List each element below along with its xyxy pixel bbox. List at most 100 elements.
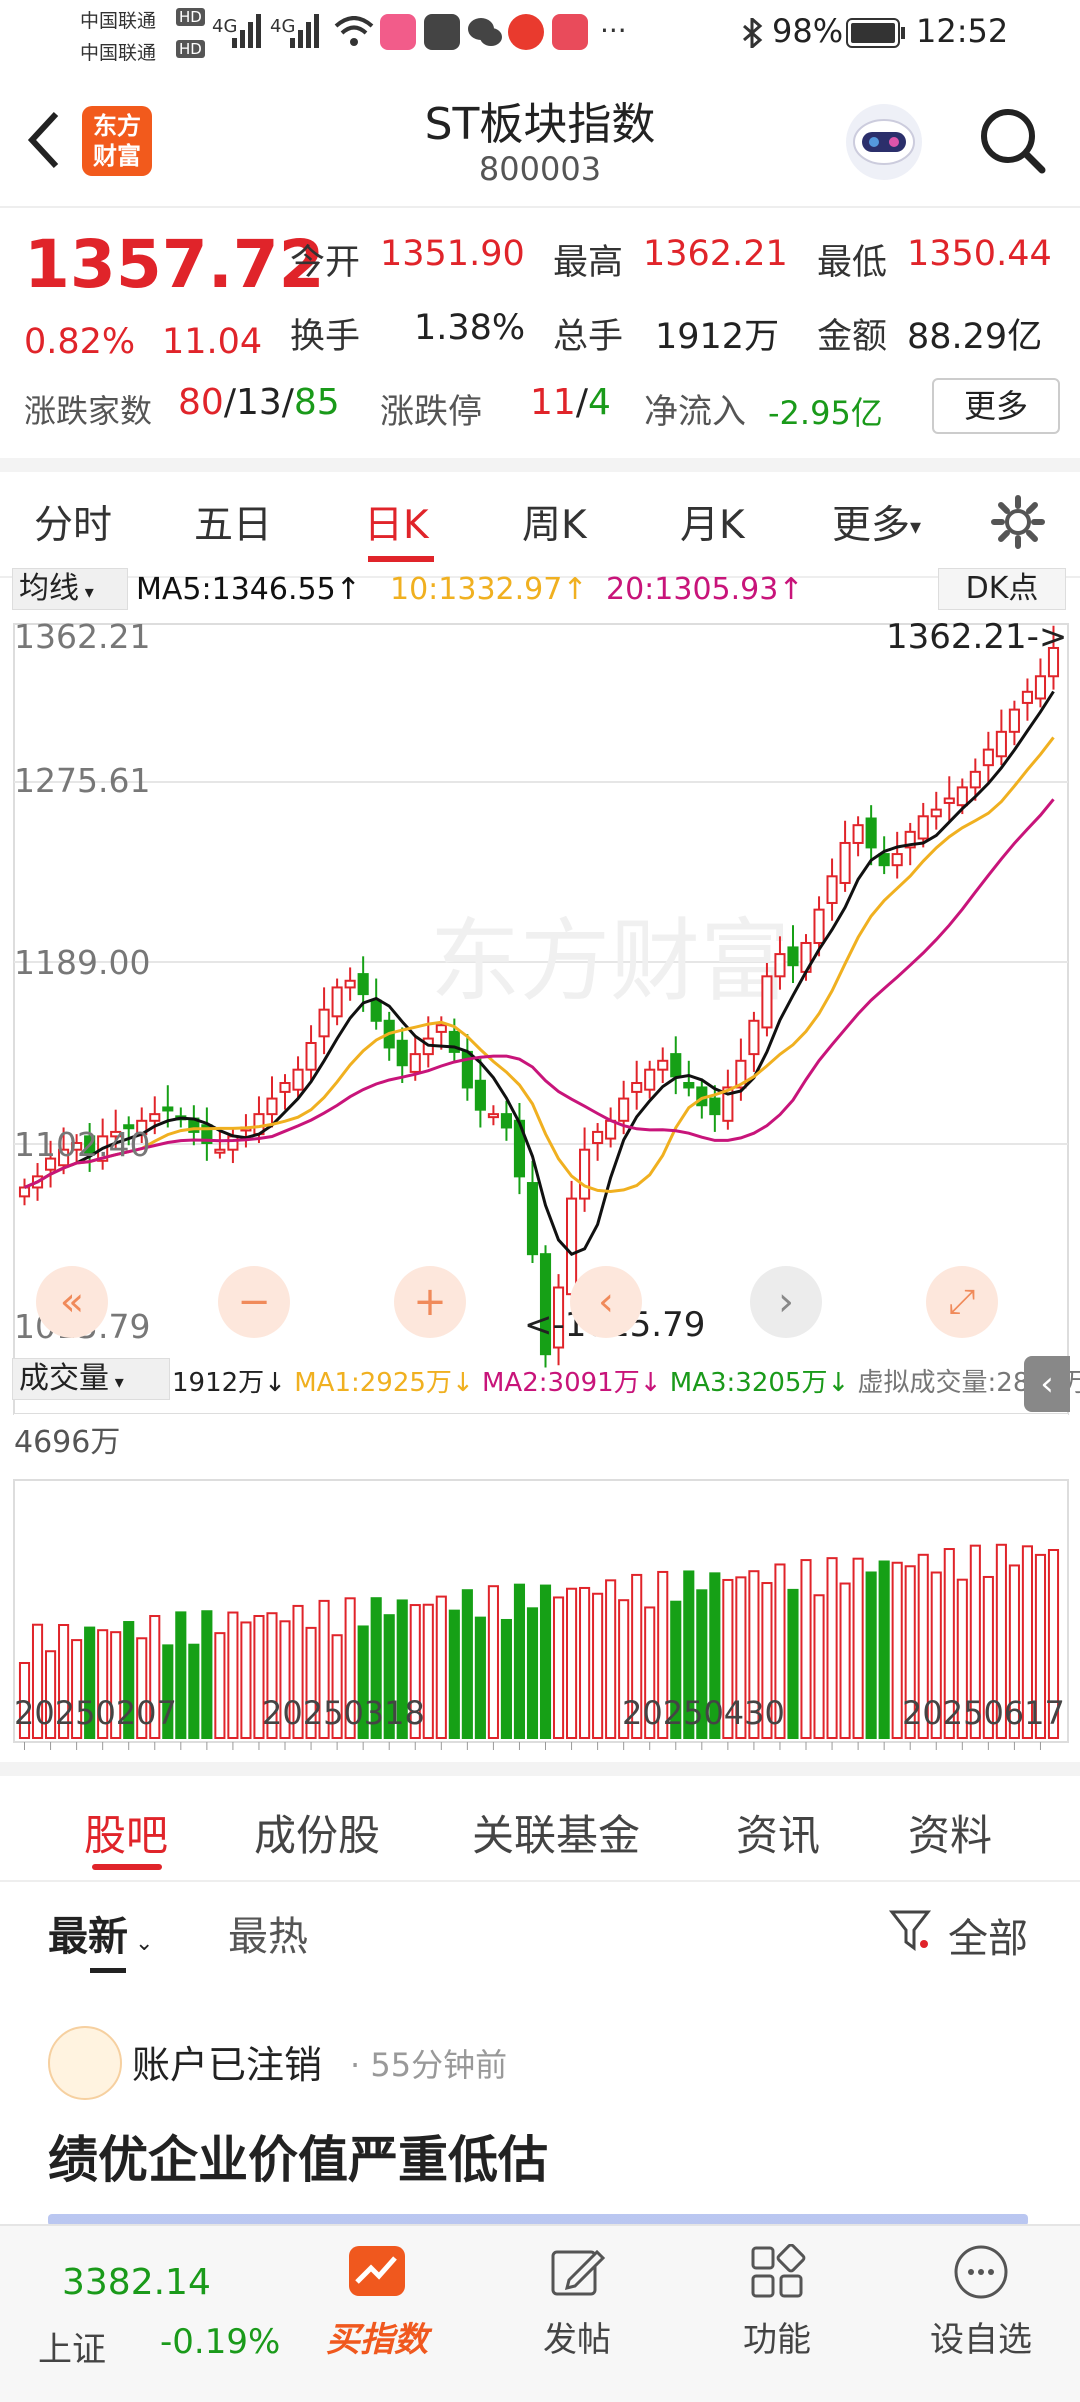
amount-label: 金额 xyxy=(817,317,888,357)
tab-guba[interactable]: 股吧 xyxy=(84,1802,168,1863)
edit-icon xyxy=(551,2249,606,2296)
tab-constituents[interactable]: 成份股 xyxy=(254,1802,380,1863)
candle xyxy=(409,1053,421,1073)
post-label: 发帖 xyxy=(543,2320,611,2360)
app-header: 东方 财富 ST板块指数 800003 xyxy=(0,72,1080,208)
candle xyxy=(852,824,864,844)
candle xyxy=(813,908,825,944)
sort-latest[interactable]: 最新 ⌄ xyxy=(48,1904,153,1962)
volume-bar xyxy=(800,1559,812,1739)
candle xyxy=(162,1106,174,1112)
candle xyxy=(995,730,1007,758)
active-tab-underline xyxy=(92,1864,162,1870)
filter-icon[interactable] xyxy=(888,1908,934,1954)
candle xyxy=(214,1148,226,1154)
quote-panel: 1357.72 0.82% 11.04 今开 1351.90 最高 1362.2… xyxy=(0,206,1080,458)
vol-ma1: MA1:2925万 xyxy=(294,1368,452,1398)
down-count: 85 xyxy=(293,382,340,423)
post-author[interactable]: 账户已注销 xyxy=(132,2034,322,2089)
sort-hot[interactable]: 最热 xyxy=(228,1904,308,1962)
tab-news[interactable]: 资讯 xyxy=(736,1802,820,1863)
candle xyxy=(566,1197,578,1296)
kline-svg[interactable]: 东方财富 1362.21 1275.61 1189.00 1102.40 101… xyxy=(0,562,1080,1762)
hd-badge-1: HD xyxy=(176,8,205,26)
tab-weekly-k[interactable]: 周K xyxy=(522,494,587,550)
carrier-2: 中国联通 xyxy=(80,42,157,64)
filter-all[interactable]: 全部 xyxy=(948,1906,1028,1964)
limit-up-count: 11 xyxy=(530,382,576,423)
plus-icon[interactable]: + xyxy=(394,1266,466,1338)
collapse-panel-icon[interactable]: ‹ xyxy=(1024,1356,1070,1412)
volume-selector[interactable]: 成交量 ▾ xyxy=(12,1358,170,1400)
candle xyxy=(227,1135,239,1151)
date-tick-2: 20250430 xyxy=(622,1694,785,1732)
volume-bar xyxy=(891,1561,903,1739)
candle xyxy=(683,1082,695,1089)
candle xyxy=(357,973,369,996)
chevron-right-icon[interactable]: › xyxy=(750,1266,822,1338)
functions-button[interactable]: 功能 xyxy=(702,2226,852,2361)
date-tick-1: 20250318 xyxy=(262,1694,425,1732)
more-button[interactable]: 更多 xyxy=(932,378,1060,434)
post-title[interactable]: 绩优企业价值严重低估 xyxy=(48,2120,548,2192)
add-watchlist-button[interactable]: 设自选 xyxy=(906,2226,1056,2361)
robot-avatar-icon[interactable] xyxy=(842,100,926,184)
battery-icon xyxy=(846,18,905,48)
gear-icon[interactable] xyxy=(990,494,1046,550)
avatar[interactable] xyxy=(48,2026,122,2100)
grid-apps-icon xyxy=(751,2243,806,2298)
tab-monthly-k[interactable]: 月K xyxy=(680,494,745,550)
trend-up-icon xyxy=(349,2246,405,2296)
tab-daily-k[interactable]: 日K xyxy=(364,494,429,550)
candle xyxy=(865,817,877,849)
app-notification-icon xyxy=(380,14,416,50)
minus-icon[interactable]: − xyxy=(218,1266,290,1338)
tab-more[interactable]: 更多▾ xyxy=(832,494,921,550)
sh-index-name[interactable]: 上证 xyxy=(38,2322,106,2371)
volume-bar xyxy=(865,1571,877,1739)
candle xyxy=(370,999,382,1022)
buy-index-button[interactable]: 买指数 xyxy=(302,2226,452,2361)
sh-index-value[interactable]: 3382.14 xyxy=(62,2262,211,2303)
candle xyxy=(1008,708,1020,733)
vol-ma3: MA3:3205万 xyxy=(669,1368,828,1398)
candle xyxy=(709,1097,721,1116)
tab-five-day[interactable]: 五日 xyxy=(194,494,272,550)
clock: 12:52 xyxy=(916,12,1009,50)
search-icon[interactable] xyxy=(978,106,1048,176)
updown-counts: 80/13/85 xyxy=(178,382,340,423)
candle xyxy=(891,853,903,867)
double-chevron-left-icon[interactable]: « xyxy=(36,1266,108,1338)
volume-bar xyxy=(188,1643,200,1740)
candle xyxy=(956,786,968,807)
volume-label: 总手 xyxy=(553,317,624,357)
candle xyxy=(839,841,851,884)
candle xyxy=(748,1019,760,1056)
post-button[interactable]: 发帖 xyxy=(502,2226,652,2361)
tab-intraday[interactable]: 分时 xyxy=(34,494,112,550)
volume-bar xyxy=(240,1621,252,1739)
volume-bar xyxy=(487,1585,499,1739)
tab-related-funds[interactable]: 关联基金 xyxy=(472,1802,640,1863)
sh-index-change[interactable]: -0.19% xyxy=(160,2322,280,2362)
turnover-label: 换手 xyxy=(290,317,361,357)
chevron-left-icon[interactable]: ‹ xyxy=(570,1266,642,1338)
candle xyxy=(292,1068,304,1091)
tab-profile[interactable]: 资料 xyxy=(908,1802,992,1863)
add-watchlist-label: 设自选 xyxy=(930,2320,1032,2360)
sort-underline xyxy=(90,1968,126,1973)
volume-bar xyxy=(579,1586,591,1739)
carrier-1: 中国联通 xyxy=(80,10,157,32)
status-bar: 中国联通 HD 中国联通 HD 4G 4G ··· 98% 12:52 xyxy=(0,0,1080,72)
low-label: 最低 xyxy=(817,243,888,283)
candle xyxy=(579,1148,591,1200)
more-notifications: ··· xyxy=(600,14,627,47)
expand-icon[interactable]: ⤢ xyxy=(926,1266,998,1338)
volume-bar xyxy=(214,1632,226,1739)
volume-bar xyxy=(787,1588,799,1740)
candle xyxy=(592,1130,604,1145)
candle xyxy=(982,748,994,767)
high-label: 最高 xyxy=(553,243,624,283)
y-tick-1: 1275.61 xyxy=(14,761,150,800)
netflow-label: 净流入 xyxy=(644,392,746,432)
